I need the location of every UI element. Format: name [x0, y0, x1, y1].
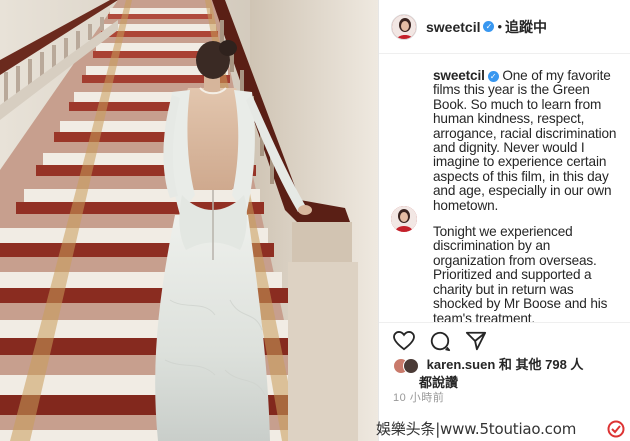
- follow-button[interactable]: 追蹤中: [505, 17, 547, 37]
- caption-area: sweetcil ✓ One of my favorite films this …: [379, 54, 630, 322]
- liker-avatars: [393, 357, 423, 374]
- staircase-photo: [0, 0, 378, 441]
- header-separator: •: [497, 19, 503, 34]
- verified-icon: ✓: [487, 70, 499, 82]
- heart-icon: [393, 330, 415, 350]
- post-side-panel: sweetcil ✓ • 追蹤中 sweetcil ✓ One of my fav…: [378, 0, 630, 441]
- liker-username[interactable]: karen.suen: [427, 357, 496, 372]
- caption-username[interactable]: sweetcil: [433, 68, 485, 83]
- watermark-logo-icon: [607, 420, 625, 438]
- like-button[interactable]: [391, 328, 417, 354]
- verified-icon: ✓: [483, 21, 495, 32]
- post-photo[interactable]: [0, 0, 378, 441]
- caption-paragraph-1: One of my favorite films this year is th…: [433, 68, 617, 213]
- likes-summary[interactable]: karen.suen 和 其他 798 人 都說讚: [393, 356, 625, 391]
- caption-avatar[interactable]: [391, 206, 417, 232]
- post-header: sweetcil ✓ • 追蹤中: [379, 0, 630, 54]
- caption-text: sweetcil ✓ One of my favorite films this …: [433, 68, 625, 322]
- comment-icon: [430, 331, 451, 351]
- post-timestamp: 10 小時前: [393, 392, 445, 404]
- liker-avatar: [403, 357, 419, 374]
- header-username[interactable]: sweetcil: [426, 19, 480, 35]
- likes-count: 和 其他 798 人: [498, 357, 584, 372]
- share-button[interactable]: [463, 328, 489, 354]
- comment-button[interactable]: [427, 328, 453, 354]
- action-bar: [379, 322, 630, 358]
- likes-suffix: 都說讚: [419, 374, 459, 390]
- caption-paragraph-2: Tonight we experienced discrimination by…: [433, 224, 608, 322]
- avatar[interactable]: [391, 13, 417, 40]
- watermark-text: 娛樂头条|www.5toutiao.com: [376, 420, 577, 438]
- share-icon: [465, 331, 487, 350]
